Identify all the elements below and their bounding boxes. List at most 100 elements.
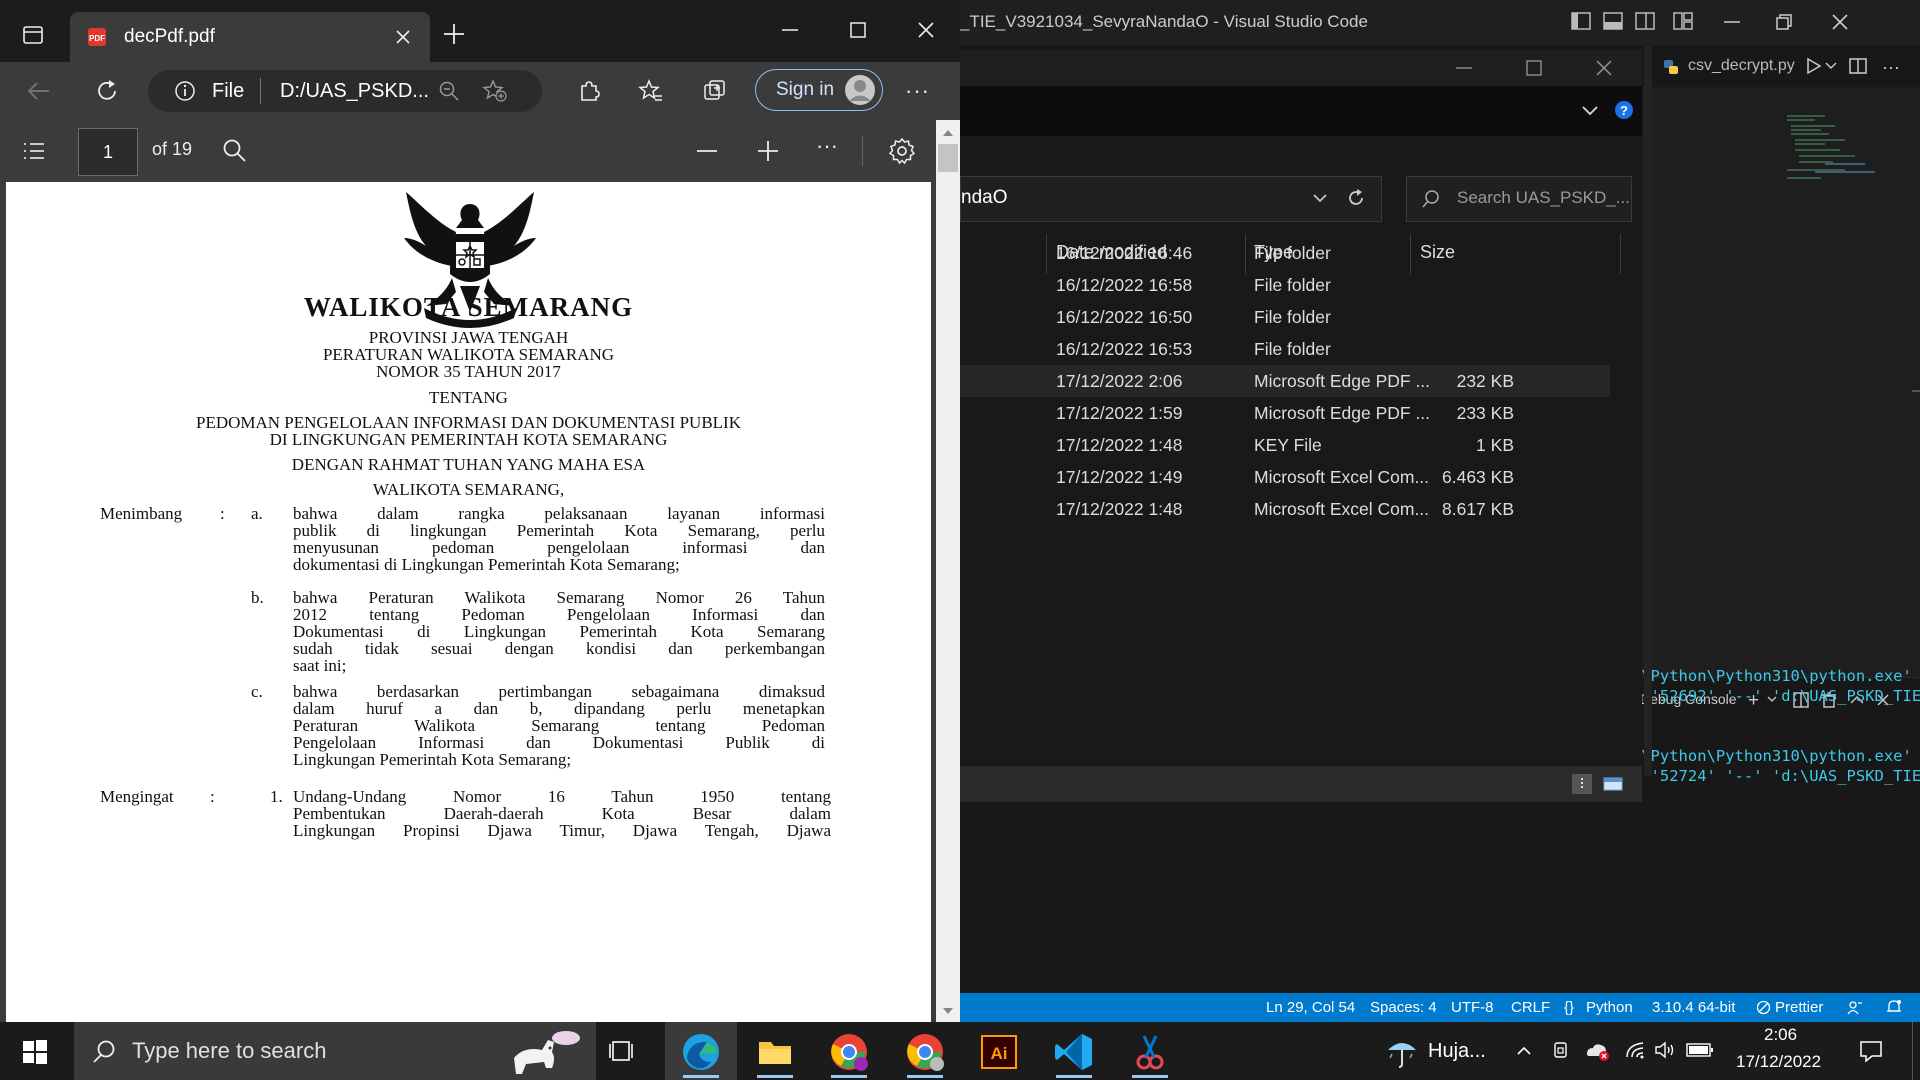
snipping-tool-icon[interactable] [1128, 1030, 1172, 1074]
minimize-icon[interactable] [1720, 10, 1744, 34]
explorer-scrollbar[interactable] [1644, 46, 1652, 776]
file-row[interactable]: 16/12/2022 16:58 File folder [960, 269, 1610, 301]
restore-icon[interactable] [1472, 10, 1496, 34]
status-indentation[interactable]: Spaces: 4 [1370, 999, 1437, 1016]
clock-date[interactable]: 17/12/2022 [1736, 1052, 1821, 1072]
pdf-scrollbar[interactable] [936, 120, 960, 1022]
file-row[interactable]: 17/12/2022 1:48 Microsoft Excel Com... 8.6… [960, 493, 1610, 525]
help-icon[interactable]: ? [1614, 100, 1634, 120]
maximize-icon[interactable] [1522, 56, 1546, 80]
collections-icon[interactable] [702, 78, 728, 104]
file-row[interactable]: 17/12/2022 1:49 Microsoft Excel Com... 6.4… [960, 461, 1610, 493]
wifi-icon[interactable] [1624, 1040, 1646, 1060]
zoom-out-icon[interactable] [694, 138, 720, 164]
more-tools-icon[interactable]: ··· [816, 133, 838, 159]
file-row[interactable]: 17/12/2022 1:48 KEY File 1 KB [960, 429, 1610, 461]
scroll-down-arrow-icon[interactable] [942, 1006, 954, 1016]
chrome-profile-icon[interactable] [827, 1030, 871, 1074]
chevron-down-icon[interactable] [1824, 57, 1838, 75]
running-indicator [1056, 1075, 1092, 1078]
file-row[interactable]: 17/12/2022 1:59 Microsoft Edge PDF ... 233… [960, 397, 1610, 429]
status-encoding[interactable]: UTF-8 [1451, 999, 1494, 1016]
vscode-icon[interactable] [1052, 1030, 1096, 1074]
taskbar-search-box[interactable]: Type here to search [74, 1022, 596, 1080]
back-arrow-icon[interactable] [26, 79, 52, 103]
refresh-icon[interactable] [94, 78, 120, 104]
zoom-out-icon[interactable] [438, 80, 460, 102]
edge-browser-icon[interactable] [679, 1030, 723, 1074]
customize-layout-icon[interactable] [1672, 10, 1694, 32]
chevron-down-icon[interactable] [1580, 100, 1600, 120]
scroll-thumb[interactable] [938, 144, 958, 172]
address-bar[interactable]: ndaO [960, 176, 1382, 222]
file-explorer-icon[interactable] [753, 1030, 797, 1074]
minimize-icon[interactable] [1452, 56, 1476, 80]
status-cursor-position[interactable]: Ln 29, Col 54 [1266, 999, 1355, 1016]
details-view-icon[interactable] [1572, 774, 1592, 794]
sidebar-toggle-icon[interactable] [1634, 10, 1656, 32]
url-text[interactable]: D:/UAS_PSKD... [280, 80, 429, 103]
minimap[interactable] [1785, 112, 1880, 192]
file-row[interactable]: 16/12/2022 16:46 File folder [960, 237, 1610, 269]
refresh-icon[interactable] [1345, 187, 1367, 209]
battery-icon[interactable] [1686, 1042, 1714, 1058]
table-of-contents-icon[interactable] [22, 140, 46, 162]
large-icons-view-icon[interactable] [1602, 774, 1624, 794]
explorer-search-box[interactable]: Search UAS_PSKD_... [1406, 176, 1632, 222]
page-number-input[interactable]: 1 [78, 128, 138, 176]
layout-toggle-icon[interactable] [1570, 10, 1592, 32]
feedback-icon[interactable] [1847, 999, 1863, 1015]
file-row[interactable]: 17/12/2022 2:06 Microsoft Edge PDF ... 232… [960, 365, 1610, 397]
notifications-bell-icon[interactable] [1886, 999, 1902, 1015]
close-window-icon[interactable] [1592, 56, 1616, 80]
clock-time[interactable]: 2:06 [1764, 1025, 1797, 1045]
windows-start-icon[interactable] [22, 1039, 48, 1065]
panel-toggle-icon[interactable] [1602, 10, 1624, 32]
status-interpreter[interactable]: 3.10.4 64-bit [1652, 999, 1735, 1016]
close-window-icon[interactable] [1828, 10, 1852, 34]
close-window-icon[interactable] [914, 18, 938, 42]
edge-active-tab[interactable]: PDF decPdf.pdf [70, 12, 430, 62]
doc-heading-number: NOMOR 35 TAHUN 2017 [376, 362, 561, 381]
info-icon[interactable] [174, 80, 196, 102]
search-icon[interactable] [222, 138, 248, 164]
chrome-icon[interactable] [903, 1030, 947, 1074]
new-tab-icon[interactable] [441, 21, 467, 47]
address-path: ndaO [961, 187, 1008, 208]
scroll-up-arrow-icon[interactable] [942, 128, 954, 138]
zoom-in-icon[interactable] [755, 138, 781, 164]
address-bar[interactable]: File D:/UAS_PSKD... [148, 70, 542, 112]
settings-and-more-icon[interactable]: ··· [905, 78, 930, 104]
close-tab-icon[interactable] [394, 28, 412, 46]
favorites-icon[interactable] [638, 78, 664, 104]
onedrive-error-icon[interactable] [1584, 1040, 1610, 1062]
meet-now-icon[interactable] [1552, 1040, 1572, 1060]
volume-icon[interactable] [1654, 1040, 1678, 1060]
show-desktop-button[interactable] [1912, 1022, 1920, 1080]
status-language[interactable]: Python [1586, 999, 1633, 1016]
extensions-icon[interactable] [576, 78, 602, 104]
tab-actions-icon[interactable] [22, 24, 44, 46]
task-view-icon[interactable] [600, 1030, 644, 1074]
sign-in-button[interactable]: Sign in [755, 69, 883, 111]
file-row[interactable]: 16/12/2022 16:50 File folder [960, 301, 1610, 333]
restore-window-icon[interactable] [1772, 10, 1796, 34]
editor-tab-label[interactable]: csv_decrypt.py [1688, 57, 1795, 75]
chevron-up-icon[interactable] [1516, 1044, 1532, 1058]
add-favorite-icon[interactable] [482, 79, 508, 103]
weather-rain-icon[interactable] [1384, 1034, 1420, 1070]
gear-icon[interactable] [888, 137, 916, 165]
pdf-page[interactable]: WALIKOTA SEMARANG PROVINSI JAWA TENGAH P… [6, 182, 931, 1022]
chevron-down-icon[interactable] [1311, 189, 1329, 207]
file-row[interactable]: 16/12/2022 16:53 File folder [960, 333, 1610, 365]
status-eol[interactable]: CRLF [1511, 999, 1550, 1016]
maximize-icon[interactable] [846, 18, 870, 42]
minimize-icon[interactable] [778, 18, 802, 42]
status-formatter[interactable]: Prettier [1775, 999, 1823, 1016]
notifications-icon[interactable] [1858, 1038, 1884, 1064]
illustrator-icon[interactable]: Ai [978, 1030, 1022, 1074]
more-actions-icon[interactable]: ··· [1882, 57, 1900, 78]
split-editor-icon[interactable] [1848, 57, 1868, 75]
weather-label[interactable]: Huja... [1428, 1040, 1486, 1063]
run-icon[interactable] [1804, 57, 1822, 75]
